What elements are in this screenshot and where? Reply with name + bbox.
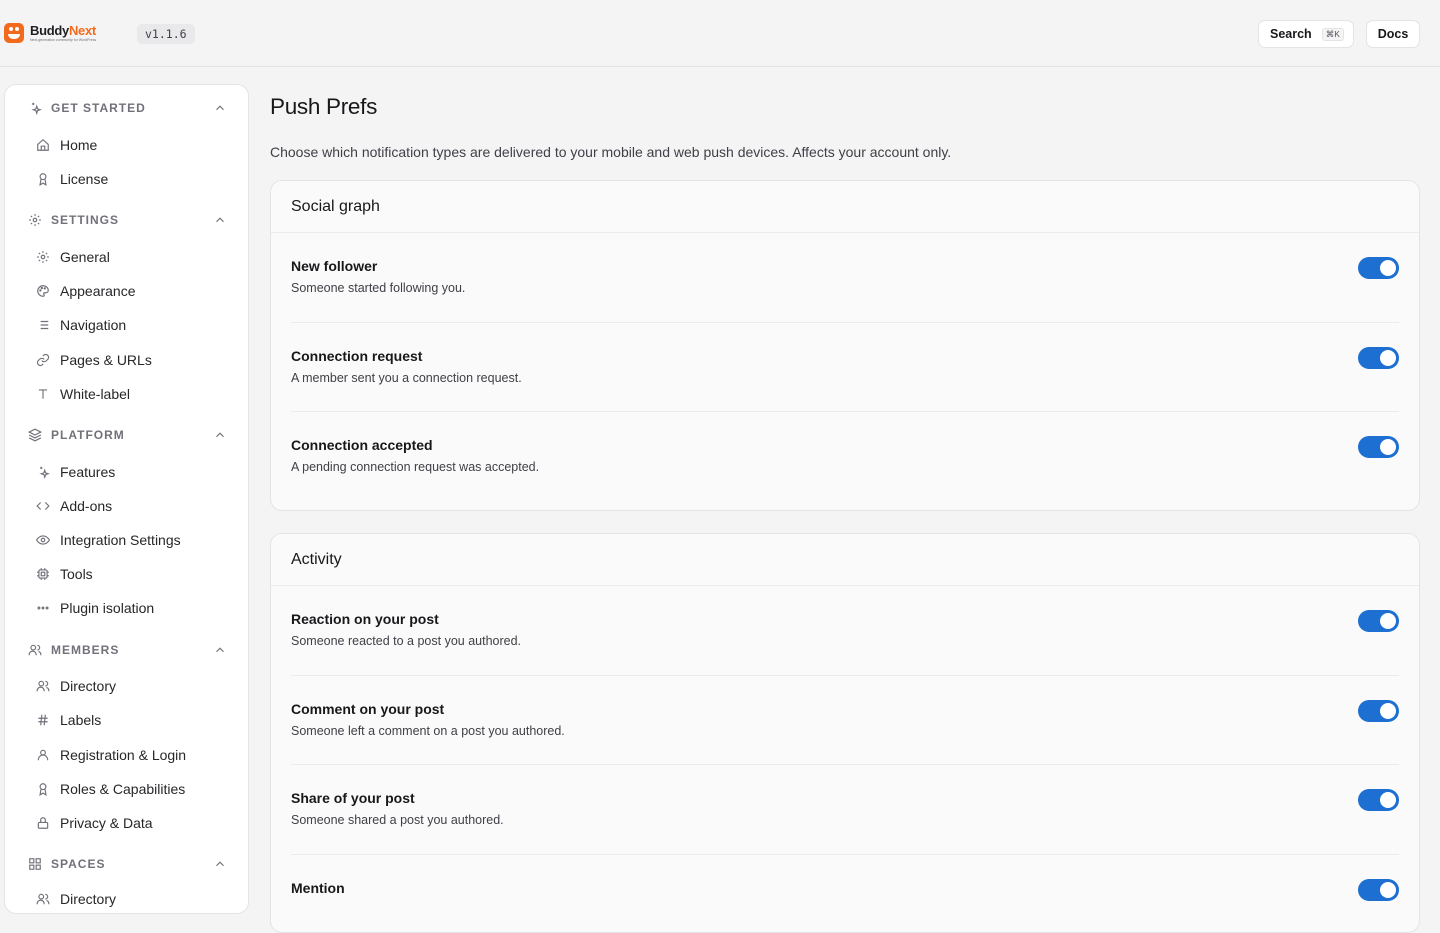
list-icon [35, 317, 51, 333]
setting-row: Share of your post Someone shared a post… [291, 765, 1399, 855]
setting-description: Someone left a comment on a post you aut… [291, 724, 565, 738]
sidebar-section-members[interactable]: MEMBERS [27, 641, 227, 659]
hash-icon [35, 712, 51, 728]
setting-row: Mention [291, 855, 1399, 933]
connection-accepted-toggle[interactable] [1358, 436, 1399, 458]
chevron-up-icon[interactable] [213, 857, 227, 871]
sidebar-item-spaces-directory[interactable]: Directory [35, 888, 235, 910]
chevron-up-icon[interactable] [213, 213, 227, 227]
search-button[interactable]: Search ⌘K [1258, 20, 1354, 48]
sidebar-item-navigation[interactable]: Navigation [35, 314, 235, 336]
connection-request-toggle[interactable] [1358, 347, 1399, 369]
sidebar-item-features[interactable]: Features [35, 461, 235, 483]
award-icon [35, 781, 51, 797]
page-title: Push Prefs [270, 94, 377, 120]
setting-title: Connection accepted [291, 437, 433, 453]
card-title: Social graph [271, 181, 1419, 233]
setting-title: Comment on your post [291, 701, 444, 717]
dots-icon [35, 600, 51, 616]
search-shortcut-badge: ⌘K [1322, 28, 1344, 41]
sidebar-section-platform[interactable]: PLATFORM [27, 426, 227, 444]
cpu-icon [35, 566, 51, 582]
sidebar-section-get-started[interactable]: GET STARTED [27, 99, 227, 117]
setting-title: Share of your post [291, 790, 415, 806]
chevron-up-icon[interactable] [213, 428, 227, 442]
search-button-label: Search [1270, 21, 1312, 47]
setting-row: Comment on your post Someone left a comm… [291, 676, 1399, 766]
sidebar-item-general[interactable]: General [35, 246, 235, 268]
setting-description: A member sent you a connection request. [291, 371, 522, 385]
top-bar: BuddyNext Next-generation community for … [0, 0, 1440, 67]
logo-mark-icon [4, 23, 24, 43]
share-toggle[interactable] [1358, 789, 1399, 811]
docs-button[interactable]: Docs [1366, 20, 1420, 48]
gear-icon [27, 212, 43, 228]
setting-title: Mention [291, 880, 345, 896]
sidebar-item-directory[interactable]: Directory [35, 675, 235, 697]
palette-icon [35, 283, 51, 299]
type-icon [35, 386, 51, 402]
setting-row: Connection request A member sent you a c… [291, 323, 1399, 413]
users-icon [27, 642, 43, 658]
grid-icon [27, 856, 43, 872]
sidebar-item-registration-login[interactable]: Registration & Login [35, 744, 235, 766]
mention-toggle[interactable] [1358, 879, 1399, 901]
chevron-up-icon[interactable] [213, 643, 227, 657]
setting-description: Someone started following you. [291, 281, 465, 295]
version-badge: v1.1.6 [137, 24, 195, 44]
setting-title: Connection request [291, 348, 422, 364]
sidebar-item-labels[interactable]: Labels [35, 709, 235, 731]
buddynext-logo[interactable]: BuddyNext Next-generation community for … [4, 23, 96, 43]
logo-wordmark: BuddyNext [30, 24, 96, 38]
sparkle-icon [27, 100, 43, 116]
logo-tagline: Next-generation community for WordPress [30, 38, 96, 43]
sidebar-item-add-ons[interactable]: Add-ons [35, 495, 235, 517]
users-icon [35, 678, 51, 694]
card-title: Activity [271, 534, 1419, 586]
page-description: Choose which notification types are deli… [270, 144, 951, 160]
chevron-up-icon[interactable] [213, 101, 227, 115]
eye-icon [35, 532, 51, 548]
sidebar-section-settings[interactable]: SETTINGS [27, 211, 227, 229]
sparkle-icon [35, 464, 51, 480]
sidebar-item-roles-capabilities[interactable]: Roles & Capabilities [35, 778, 235, 800]
setting-row: Connection accepted A pending connection… [291, 412, 1399, 502]
setting-title: Reaction on your post [291, 611, 439, 627]
code-icon [35, 498, 51, 514]
sidebar-item-pages-urls[interactable]: Pages & URLs [35, 349, 235, 371]
sidebar: GET STARTED Home License SETTINGS Genera… [4, 84, 249, 914]
users-icon [35, 891, 51, 907]
link-icon [35, 352, 51, 368]
sidebar-item-privacy-data[interactable]: Privacy & Data [35, 812, 235, 834]
comment-toggle[interactable] [1358, 700, 1399, 722]
setting-row: New follower Someone started following y… [291, 233, 1399, 323]
layers-icon [27, 427, 43, 443]
setting-title: New follower [291, 258, 377, 274]
sidebar-item-home[interactable]: Home [35, 134, 235, 156]
new-follower-toggle[interactable] [1358, 257, 1399, 279]
user-icon [35, 747, 51, 763]
setting-row: Reaction on your post Someone reacted to… [291, 586, 1399, 676]
sidebar-item-license[interactable]: License [35, 168, 235, 190]
gear-icon [35, 249, 51, 265]
setting-description: Someone reacted to a post you authored. [291, 634, 521, 648]
reaction-toggle[interactable] [1358, 610, 1399, 632]
sidebar-item-white-label[interactable]: White-label [35, 383, 235, 405]
sidebar-item-appearance[interactable]: Appearance [35, 280, 235, 302]
sidebar-item-plugin-isolation[interactable]: Plugin isolation [35, 597, 235, 619]
lock-icon [35, 815, 51, 831]
sidebar-item-tools[interactable]: Tools [35, 563, 235, 585]
sidebar-section-spaces[interactable]: SPACES [27, 855, 227, 873]
setting-description: Someone shared a post you authored. [291, 813, 504, 827]
sidebar-item-integration-settings[interactable]: Integration Settings [35, 529, 235, 551]
setting-description: A pending connection request was accepte… [291, 460, 539, 474]
settings-card-activity: Activity Reaction on your post Someone r… [270, 533, 1420, 933]
award-icon [35, 171, 51, 187]
settings-card-social-graph: Social graph New follower Someone starte… [270, 180, 1420, 511]
home-icon [35, 137, 51, 153]
